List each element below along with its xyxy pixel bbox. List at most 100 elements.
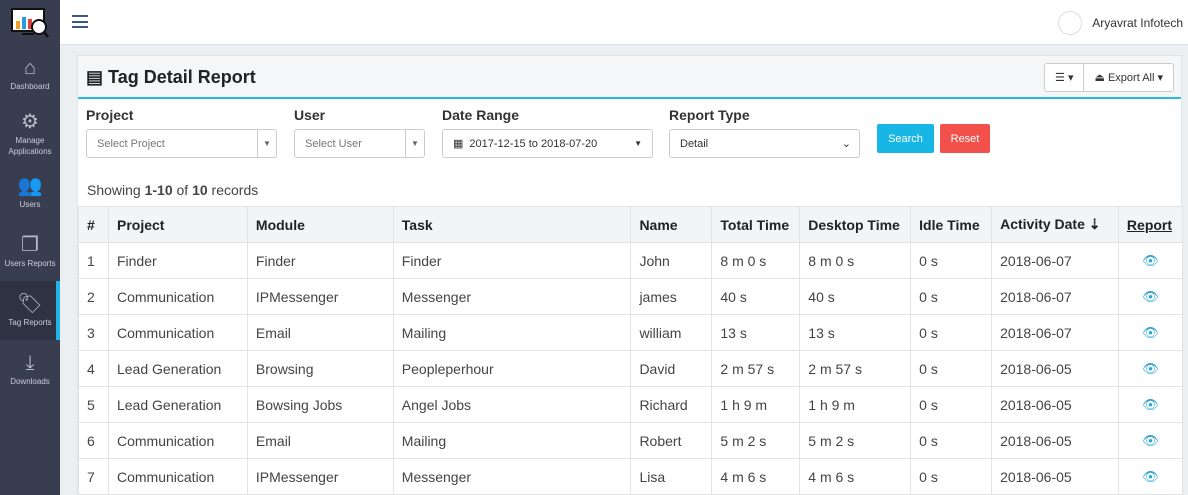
column-header[interactable]: Report	[1117, 206, 1184, 243]
column-header: Task	[392, 206, 632, 243]
chevron-down-icon: ▼	[405, 130, 424, 157]
table-cell: 0 s	[910, 278, 993, 315]
report-type-select[interactable]: Detail ⌄	[669, 129, 860, 158]
table-cell: 2018-06-07	[991, 278, 1119, 315]
tags-icon: 🏷	[17, 293, 43, 315]
table-cell: 8 m 0 s	[799, 242, 912, 279]
copy-icon: ❐	[21, 234, 39, 256]
export-icon: ⏏	[1094, 72, 1105, 84]
table-cell: Communication	[107, 458, 248, 495]
table-cell: 2018-06-05	[991, 350, 1119, 387]
search-button[interactable]: Search	[877, 124, 934, 153]
view-report-icon[interactable]: 👁	[1117, 350, 1184, 387]
table-cell: 0 s	[910, 314, 993, 351]
user-menu[interactable]: Aryavrat Infotech	[1058, 11, 1183, 35]
user-select[interactable]: Select User ▼	[294, 129, 425, 158]
menu-toggle-icon[interactable]	[72, 15, 88, 28]
home-icon: ⌂	[23, 57, 37, 79]
table-cell: 4 m 6 s	[711, 458, 801, 495]
panel-header: ▤ Tag Detail Report ☰ ▾ ⏏ Export All ▾	[78, 56, 1181, 99]
table-cell: Browsing	[246, 350, 394, 387]
user-name: Aryavrat Infotech	[1092, 16, 1183, 30]
table-cell: 5 m 2 s	[711, 422, 801, 459]
column-header: Name	[630, 206, 713, 243]
view-report-icon[interactable]: 👁	[1117, 278, 1184, 315]
view-report-icon[interactable]: 👁	[1117, 314, 1184, 351]
column-toggle-button[interactable]: ☰ ▾	[1045, 64, 1083, 91]
sidebar-item-label: Downloads	[10, 377, 50, 386]
table-cell: 4 m 6 s	[799, 458, 912, 495]
table-cell: 5 m 2 s	[799, 422, 912, 459]
table-cell: 0 s	[910, 458, 993, 495]
sidebar-item-label: Manage Applications	[8, 135, 52, 156]
column-header: Desktop Time	[799, 206, 912, 243]
list-icon: ☰	[1055, 72, 1065, 84]
table-cell: 0 s	[910, 242, 993, 279]
table-cell: william	[630, 314, 713, 351]
sidebar-item-users[interactable]: 👥 Users	[0, 163, 60, 222]
column-header[interactable]: Activity Date ⇣	[991, 206, 1119, 243]
table-cell: IPMessenger	[246, 458, 394, 495]
column-header: #	[78, 206, 109, 243]
table-cell: Messenger	[392, 278, 632, 315]
table-cell: Messenger	[392, 458, 632, 495]
table-cell: 8 m 0 s	[711, 242, 801, 279]
report-type-label: Report Type	[669, 107, 750, 123]
date-range-label: Date Range	[442, 107, 520, 123]
sidebar-item-dashboard[interactable]: ⌂ Dashboard	[0, 45, 60, 104]
table-cell: 1	[78, 242, 109, 279]
view-report-icon[interactable]: 👁	[1117, 386, 1184, 423]
view-report-icon[interactable]: 👁	[1117, 458, 1184, 495]
table-cell: 7	[78, 458, 109, 495]
table-cell: Richard	[630, 386, 713, 423]
reset-button[interactable]: Reset	[940, 124, 990, 153]
column-header: Total Time	[711, 206, 801, 243]
table-cell: 13 s	[799, 314, 912, 351]
table-cell: 0 s	[910, 422, 993, 459]
table-cell: 2 m 57 s	[711, 350, 801, 387]
sidebar-item-label: Tag Reports	[8, 318, 52, 327]
app-logo[interactable]	[0, 0, 60, 45]
table-cell: Email	[246, 314, 394, 351]
project-label: Project	[86, 107, 134, 123]
sidebar-item-downloads[interactable]: ⤓ Downloads	[0, 340, 60, 399]
table-cell: Communication	[107, 278, 248, 315]
users-icon: 👥	[17, 175, 43, 197]
table-cell: John	[630, 242, 713, 279]
sort-icon[interactable]: ⇣	[1089, 216, 1101, 232]
table-cell: 3	[78, 314, 109, 351]
chevron-down-icon: ⌄	[841, 138, 851, 150]
view-report-icon[interactable]: 👁	[1117, 242, 1184, 279]
table-cell: 2018-06-07	[991, 242, 1119, 279]
table-cell: IPMessenger	[246, 278, 394, 315]
toolbar: ☰ ▾ ⏏ Export All ▾	[1044, 63, 1174, 92]
page-title: ▤ Tag Detail Report	[86, 67, 256, 87]
table-cell: Communication	[107, 422, 248, 459]
table-cell: Lead Generation	[107, 386, 248, 423]
download-icon: ⤓	[25, 352, 35, 374]
view-report-icon[interactable]: 👁	[1117, 422, 1184, 459]
date-range-input[interactable]: ▦ 2017-12-15 to 2018-07-20 ▼	[442, 129, 653, 158]
user-label: User	[294, 107, 326, 123]
column-header: Project	[107, 206, 248, 243]
table-cell: 1 h 9 m	[799, 386, 912, 423]
table-cell: 6	[78, 422, 109, 459]
top-bar: Aryavrat Infotech	[60, 0, 1188, 45]
column-header: Module	[246, 206, 394, 243]
sidebar-item-users-reports[interactable]: ❐ Users Reports	[0, 222, 60, 281]
table-cell: 5	[78, 386, 109, 423]
table-cell: Angel Jobs	[392, 386, 632, 423]
table-cell: David	[630, 350, 713, 387]
sidebar-item-manage-applications[interactable]: ⚙ Manage Applications	[0, 104, 60, 163]
export-all-button[interactable]: ⏏ Export All ▾	[1083, 64, 1173, 91]
table-cell: 2018-06-07	[991, 314, 1119, 351]
sidebar-item-tag-reports[interactable]: 🏷 Tag Reports	[0, 281, 60, 340]
table-cell: Finder	[392, 242, 632, 279]
table-row: 6 Communication Email Mailing Robert 5 m 2 s5…	[78, 422, 1184, 459]
sidebar-item-label: Users Reports	[4, 259, 56, 268]
report-table: # Project Module Task Name Total Time Desktop …	[78, 206, 1184, 495]
table-cell: 13 s	[711, 314, 801, 351]
sidebar: ⌂ Dashboard ⚙ Manage Applications 👥 Users ❐ Use…	[0, 0, 60, 495]
table-cell: 1 h 9 m	[711, 386, 801, 423]
project-select[interactable]: Select Project ▼	[86, 129, 277, 158]
